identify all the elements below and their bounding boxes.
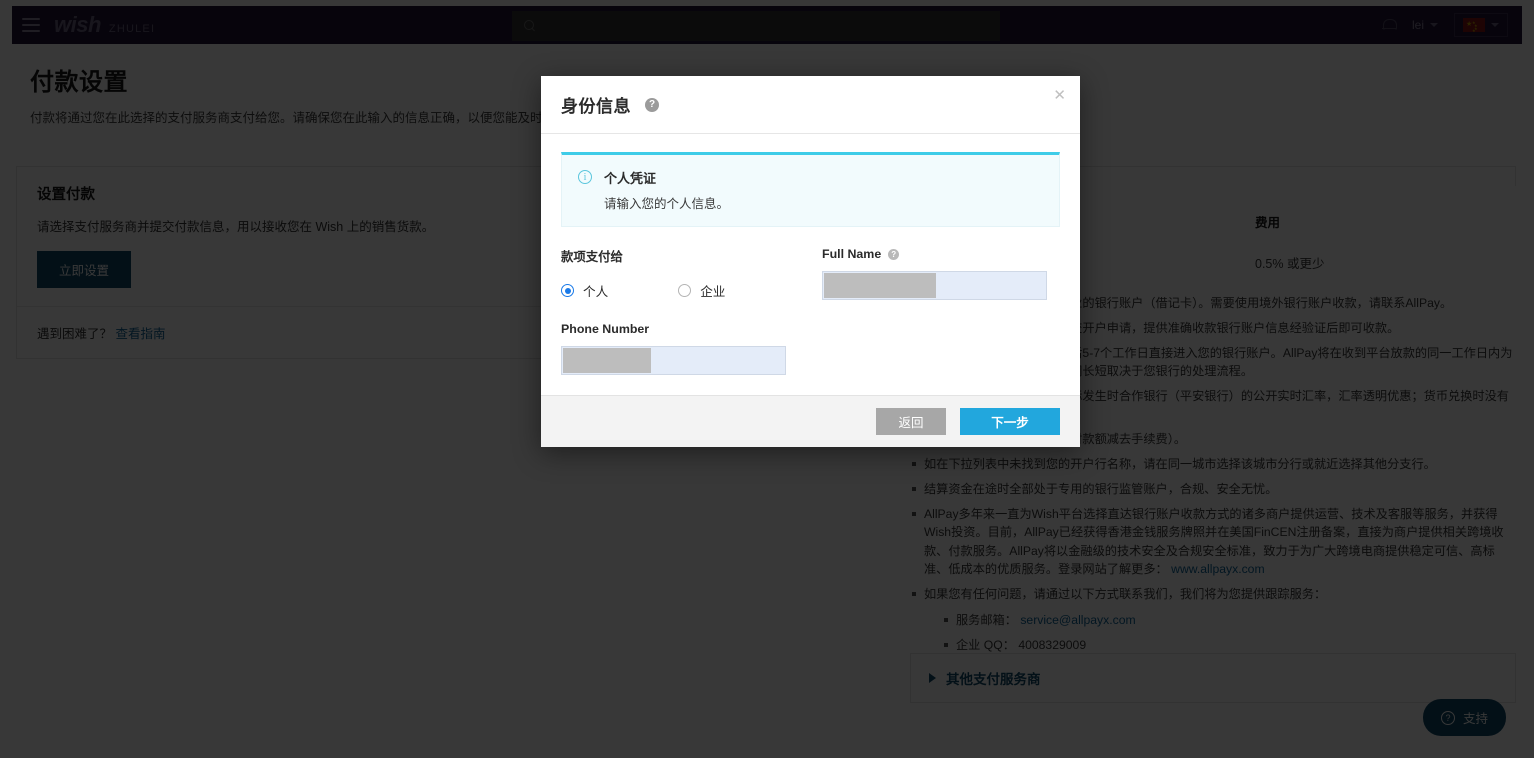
radio-indicator [678,284,692,297]
modal-body: i 个人凭证 请输入您的个人信息。 款项支付给 个人 企业 Full Name … [541,134,1080,395]
identity-information-modal: 身份信息 ? ✕ i 个人凭证 请输入您的个人信息。 款项支付给 个人 企业 F… [541,76,1080,447]
back-button[interactable]: 返回 [876,408,946,435]
phone-field-group: Phone Number [561,322,1060,375]
phone-label: Phone Number [561,322,650,336]
radio-option-individual[interactable]: 个人 [561,281,608,300]
info-banner-title: 个人凭证 [604,171,657,186]
info-banner-text-group: 个人凭证 请输入您的个人信息。 [604,168,729,212]
paid-to-field-group: 款项支付给 个人 企业 [561,247,786,300]
modal-footer: 返回 下一步 [541,395,1080,447]
redaction-overlay [563,348,651,373]
full-name-field-group: Full Name ? [822,247,1047,300]
full-name-input-wrap [822,271,1047,300]
full-name-label: Full Name ? [822,247,1047,261]
modal-header: 身份信息 ? ✕ [541,76,1080,134]
info-banner: i 个人凭证 请输入您的个人信息。 [561,152,1060,227]
radio-label: 企业 [700,285,726,299]
paid-to-radio-group: 个人 企业 [561,281,786,300]
info-circle-icon: i [578,170,592,184]
info-banner-text: 请输入您的个人信息。 [604,197,730,211]
full-name-label-text: Full Name [822,247,882,261]
radio-indicator [561,284,574,297]
phone-input-wrap [561,346,1060,375]
redaction-overlay [824,273,936,298]
modal-title: 身份信息 [561,97,631,116]
next-button[interactable]: 下一步 [960,408,1060,435]
help-circle-icon[interactable]: ? [888,248,900,260]
radio-option-company[interactable]: 企业 [678,281,725,300]
radio-label: 个人 [583,285,609,299]
paid-to-label: 款项支付给 [561,250,623,264]
close-icon[interactable]: ✕ [1053,88,1066,103]
app-screen: wish ZHULEI lei ★ ★ ★ ★ [0,0,1534,758]
identity-form: 款项支付给 个人 企业 Full Name ? [561,247,1060,300]
help-circle-icon[interactable]: ? [645,97,659,112]
